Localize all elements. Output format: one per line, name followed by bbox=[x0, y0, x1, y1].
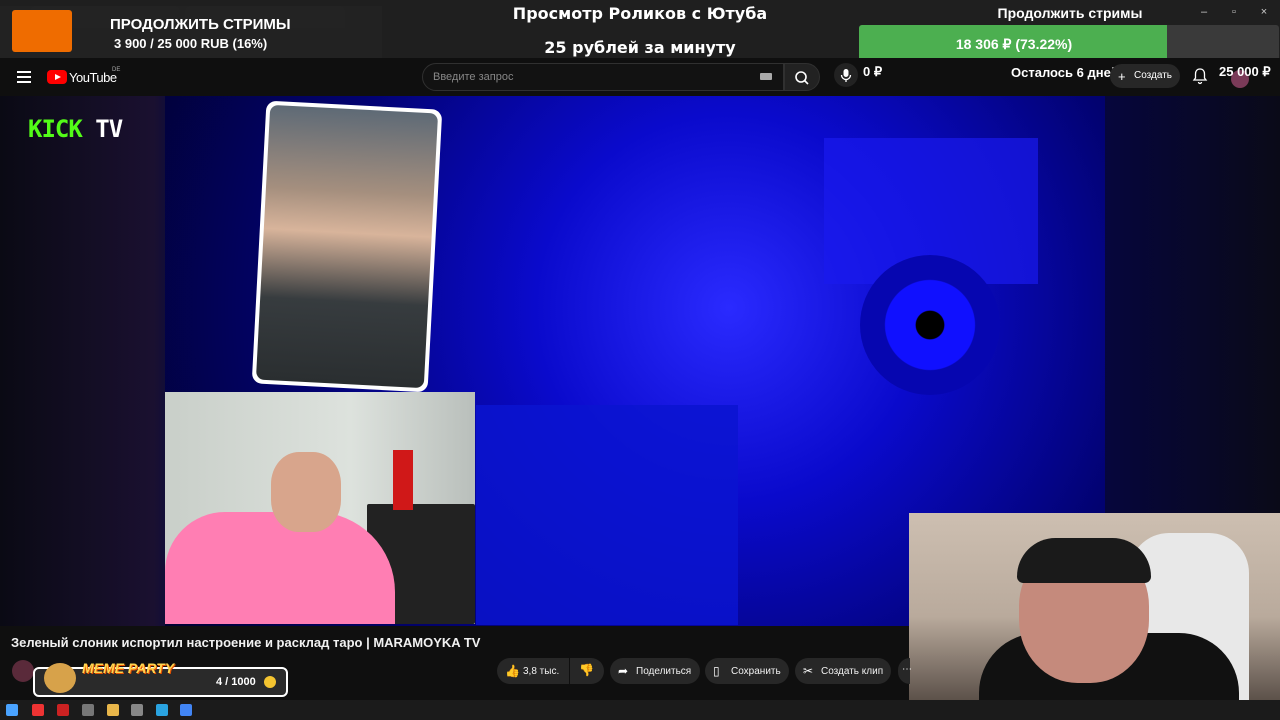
taskbar-app-icon[interactable] bbox=[131, 704, 143, 716]
taskbar bbox=[0, 700, 1280, 720]
taskbar-app-icon[interactable] bbox=[82, 704, 94, 716]
overlay-left-amount: 3 900 / 25 000 RUB (16%) bbox=[114, 36, 268, 51]
doge-icon bbox=[44, 663, 76, 693]
region-label: DE bbox=[112, 67, 121, 73]
overlay-left-title: ПРОДОЛЖИТЬ СТРИМЫ bbox=[110, 16, 291, 33]
overlay-center-subtitle: 25 рублей за минуту bbox=[544, 38, 736, 57]
bell-icon[interactable] bbox=[1192, 67, 1208, 85]
search-button[interactable] bbox=[784, 63, 820, 91]
coin-icon bbox=[264, 676, 276, 688]
like-button[interactable]: 👍 3,8 тыс. bbox=[497, 658, 569, 684]
search-icon bbox=[795, 71, 809, 85]
menu-icon[interactable] bbox=[17, 71, 31, 83]
progress-label: 18 306 ₽ (73.22%) bbox=[955, 36, 1073, 52]
streamer-webcam bbox=[909, 513, 1280, 720]
meme-party-title: MEME PARTY bbox=[82, 660, 175, 676]
taskbar-app-icon[interactable] bbox=[32, 704, 44, 716]
youtube-logo-text[interactable]: YouTube bbox=[69, 70, 117, 85]
overlay-days-left: Осталось 6 дней bbox=[1011, 65, 1119, 80]
overlay-goal: 25 000 ₽ bbox=[1219, 64, 1271, 79]
meme-party-count: 4 / 1000 bbox=[216, 676, 256, 688]
overlay-rub-counter: 0 ₽ bbox=[863, 64, 883, 79]
like-count: 3,8 тыс. bbox=[523, 666, 560, 677]
youtube-logo-icon[interactable] bbox=[47, 70, 67, 84]
bookmark-icon: ▯ bbox=[713, 664, 720, 678]
start-icon[interactable] bbox=[6, 704, 18, 716]
overlay-logo bbox=[12, 10, 72, 52]
share-button[interactable]: ➦ Поделиться bbox=[610, 658, 700, 684]
video-disc-graphic bbox=[860, 255, 1000, 395]
search-placeholder: Введите запрос bbox=[433, 71, 514, 83]
photo-card bbox=[251, 100, 443, 393]
mic-icon bbox=[840, 69, 852, 82]
overlay-center-title: Просмотр Роликов с Ютуба bbox=[512, 4, 768, 23]
taskbar-app-icon[interactable] bbox=[57, 704, 69, 716]
scissors-icon: ✂ bbox=[803, 664, 814, 678]
donation-progress-bar: 18 306 ₽ (73.22%) bbox=[859, 25, 1279, 61]
folder-icon[interactable] bbox=[107, 704, 119, 716]
telegram-icon[interactable] bbox=[156, 704, 168, 716]
more-actions-button[interactable]: ⋯ bbox=[898, 658, 912, 684]
guest-webcam bbox=[165, 392, 475, 624]
video-block-graphic bbox=[476, 405, 738, 625]
thumbs-up-icon: 👍 bbox=[505, 664, 520, 678]
create-clip-button[interactable]: ✂ Создать клип bbox=[795, 658, 891, 684]
plus-icon: + bbox=[1118, 69, 1126, 84]
mic-button[interactable] bbox=[834, 63, 858, 87]
donation-overlay-left: ПРОДОЛЖИТЬ СТРИМЫ 3 900 / 25 000 RUB (16… bbox=[0, 6, 382, 58]
kick-tv-logo: KICK TV bbox=[28, 115, 123, 143]
thumbs-down-icon: 👎 bbox=[579, 663, 594, 677]
keyboard-icon[interactable] bbox=[760, 73, 772, 80]
dislike-button[interactable]: 👎 bbox=[570, 658, 604, 684]
chrome-icon[interactable] bbox=[180, 704, 192, 716]
channel-avatar[interactable] bbox=[12, 660, 34, 682]
overlay-right-title: Продолжить стримы bbox=[997, 5, 1143, 21]
share-icon: ➦ bbox=[618, 664, 629, 678]
video-title: Зеленый слоник испортил настроение и рас… bbox=[11, 635, 481, 650]
save-button[interactable]: ▯ Сохранить bbox=[705, 658, 789, 684]
